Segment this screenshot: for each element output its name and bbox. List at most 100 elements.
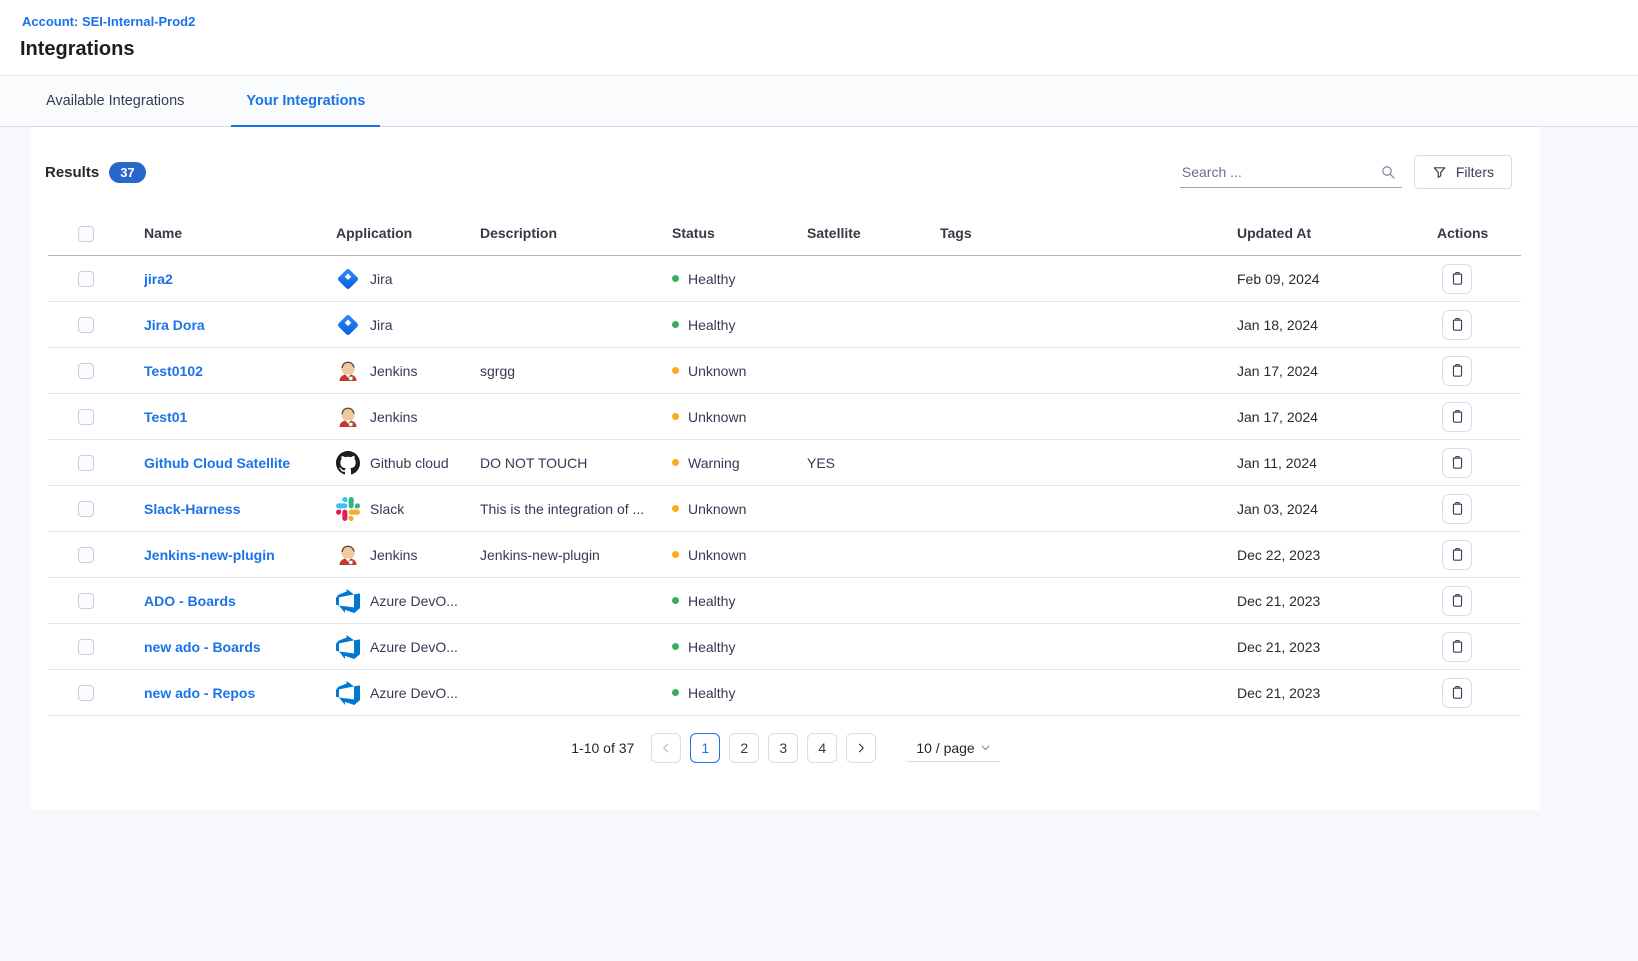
integration-name-link[interactable]: Jira Dora xyxy=(144,317,205,333)
application-label: Jenkins xyxy=(370,363,417,379)
pagination-page-2[interactable]: 2 xyxy=(729,733,759,763)
column-header-satellite: Satellite xyxy=(807,225,940,241)
search-box xyxy=(1180,157,1402,188)
pagination-prev-button[interactable] xyxy=(651,733,681,763)
status-dot xyxy=(672,643,679,650)
delete-button[interactable] xyxy=(1442,448,1472,478)
filters-button[interactable]: Filters xyxy=(1414,155,1512,189)
toolbar: Results 37 Filters xyxy=(31,127,1540,189)
integration-name-link[interactable]: Github Cloud Satellite xyxy=(144,455,290,471)
tab-bar: Available Integrations Your Integrations xyxy=(0,76,1638,127)
description-text: DO NOT TOUCH xyxy=(480,455,672,471)
description-text: Jenkins-new-plugin xyxy=(480,547,672,563)
filters-button-label: Filters xyxy=(1456,164,1494,180)
row-checkbox[interactable] xyxy=(78,455,94,471)
row-checkbox[interactable] xyxy=(78,501,94,517)
integration-name-link[interactable]: new ado - Boards xyxy=(144,639,261,655)
delete-button[interactable] xyxy=(1442,540,1472,570)
pagination-page-1[interactable]: 1 xyxy=(690,733,720,763)
status-dot xyxy=(672,459,679,466)
row-checkbox[interactable] xyxy=(78,593,94,609)
updated-at-value: Dec 21, 2023 xyxy=(1237,685,1437,701)
satellite-value: YES xyxy=(807,455,940,471)
table-row: Github Cloud Satellite Github cloud DO N… xyxy=(48,440,1521,486)
results-summary: Results 37 xyxy=(45,162,146,183)
trash-icon xyxy=(1450,685,1465,700)
pagination: 1-10 of 37 123410 / page xyxy=(31,716,1540,773)
account-breadcrumb-link[interactable]: Account: SEI-Internal-Prod2 xyxy=(22,14,195,29)
status-label: Healthy xyxy=(688,685,735,701)
status-dot xyxy=(672,689,679,696)
column-header-actions: Actions xyxy=(1437,225,1521,241)
status-dot xyxy=(672,275,679,282)
jira-icon xyxy=(336,267,360,291)
delete-button[interactable] xyxy=(1442,586,1472,616)
table-body: jira2 Jira Healthy Feb 09, 2024 Jira Dor… xyxy=(48,256,1521,716)
search-icon xyxy=(1380,164,1396,183)
delete-button[interactable] xyxy=(1442,678,1472,708)
tab-available-integrations[interactable]: Available Integrations xyxy=(31,76,199,127)
chevron-right-icon xyxy=(855,742,867,754)
table-row: Jira Dora Jira Healthy Jan 18, 2024 xyxy=(48,302,1521,348)
table-row: new ado - Repos Azure DevO... Healthy De… xyxy=(48,670,1521,716)
pagination-page-3[interactable]: 3 xyxy=(768,733,798,763)
results-label: Results xyxy=(45,164,99,181)
results-count-badge: 37 xyxy=(109,162,145,183)
application-label: Github cloud xyxy=(370,455,449,471)
row-checkbox[interactable] xyxy=(78,685,94,701)
integration-name-link[interactable]: ADO - Boards xyxy=(144,593,236,609)
status-dot xyxy=(672,413,679,420)
integration-name-link[interactable]: Slack-Harness xyxy=(144,501,241,517)
status-dot xyxy=(672,321,679,328)
delete-button[interactable] xyxy=(1442,310,1472,340)
updated-at-value: Feb 09, 2024 xyxy=(1237,271,1437,287)
page-header: Account: SEI-Internal-Prod2 Integrations xyxy=(0,0,1638,76)
row-checkbox[interactable] xyxy=(78,363,94,379)
status-dot xyxy=(672,367,679,374)
row-checkbox[interactable] xyxy=(78,271,94,287)
integration-name-link[interactable]: Jenkins-new-plugin xyxy=(144,547,275,563)
trash-icon xyxy=(1450,317,1465,332)
trash-icon xyxy=(1450,501,1465,516)
updated-at-value: Jan 17, 2024 xyxy=(1237,363,1437,379)
select-all-checkbox[interactable] xyxy=(78,226,94,242)
row-checkbox[interactable] xyxy=(78,639,94,655)
updated-at-value: Jan 03, 2024 xyxy=(1237,501,1437,517)
pagination-next-button[interactable] xyxy=(846,733,876,763)
application-label: Jenkins xyxy=(370,409,417,425)
filter-funnel-icon xyxy=(1432,165,1447,180)
application-label: Azure DevO... xyxy=(370,639,458,655)
delete-button[interactable] xyxy=(1442,494,1472,524)
tab-your-integrations[interactable]: Your Integrations xyxy=(231,76,380,127)
row-checkbox[interactable] xyxy=(78,409,94,425)
column-header-description: Description xyxy=(480,225,672,241)
integration-name-link[interactable]: jira2 xyxy=(144,271,173,287)
application-label: Azure DevO... xyxy=(370,593,458,609)
page-size-select[interactable]: 10 / page xyxy=(907,735,999,762)
delete-button[interactable] xyxy=(1442,264,1472,294)
application-label: Slack xyxy=(370,501,404,517)
integration-name-link[interactable]: Test01 xyxy=(144,409,187,425)
trash-icon xyxy=(1450,593,1465,608)
status-label: Healthy xyxy=(688,271,735,287)
integration-name-link[interactable]: Test0102 xyxy=(144,363,203,379)
trash-icon xyxy=(1450,409,1465,424)
status-dot xyxy=(672,597,679,604)
updated-at-value: Dec 22, 2023 xyxy=(1237,547,1437,563)
application-label: Azure DevO... xyxy=(370,685,458,701)
trash-icon xyxy=(1450,363,1465,378)
table-row: Test0102 Jenkins sgrgg Unknown Jan 17, 2… xyxy=(48,348,1521,394)
integrations-table: Name Application Description Status Sate… xyxy=(48,211,1521,716)
delete-button[interactable] xyxy=(1442,356,1472,386)
delete-button[interactable] xyxy=(1442,632,1472,662)
search-input[interactable] xyxy=(1180,157,1402,188)
trash-icon xyxy=(1450,271,1465,286)
row-checkbox[interactable] xyxy=(78,317,94,333)
integration-name-link[interactable]: new ado - Repos xyxy=(144,685,255,701)
jenkins-icon xyxy=(336,543,360,567)
column-header-application: Application xyxy=(336,225,480,241)
pagination-page-4[interactable]: 4 xyxy=(807,733,837,763)
slack-icon xyxy=(336,497,360,521)
delete-button[interactable] xyxy=(1442,402,1472,432)
row-checkbox[interactable] xyxy=(78,547,94,563)
